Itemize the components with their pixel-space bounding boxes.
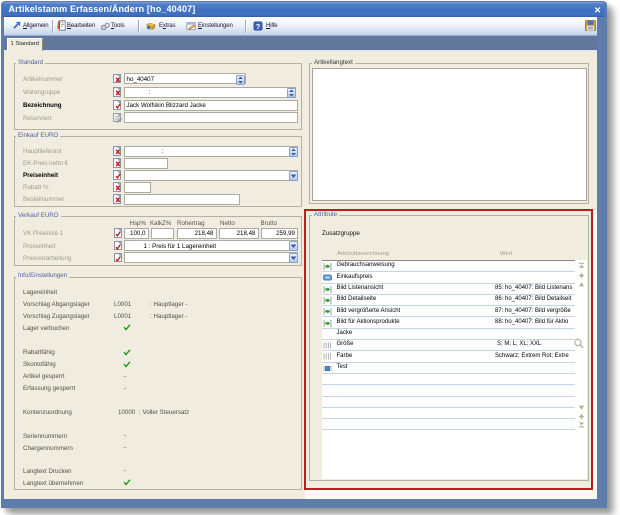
- svg-text:?: ?: [256, 21, 261, 30]
